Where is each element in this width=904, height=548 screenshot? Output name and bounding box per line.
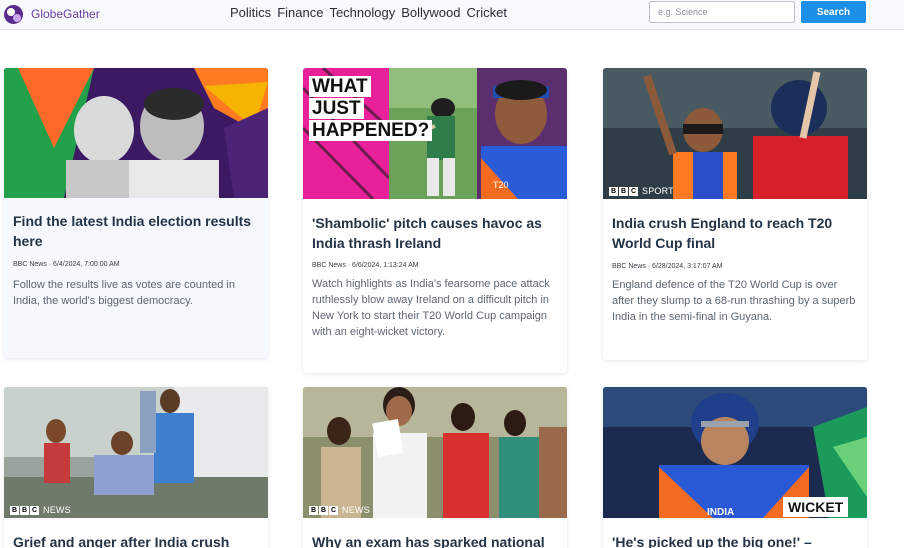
card-title[interactable]: Grief and anger after India crush: [13, 532, 259, 548]
card-body: Grief and anger after India crush: [4, 518, 268, 548]
card-title[interactable]: Why an exam has sparked national: [312, 532, 558, 548]
news-card-election-results[interactable]: Find the latest India election results h…: [4, 68, 268, 358]
card-meta: BBC News · 6/28/2024, 3:17:07 AM: [612, 263, 723, 270]
nav-item-bollywood[interactable]: Bollywood: [401, 5, 460, 20]
nav-item-cricket[interactable]: Cricket: [466, 5, 506, 20]
bbc-news-badge: BBC NEWS: [309, 505, 370, 515]
card-body: Find the latest India election results h…: [4, 198, 268, 321]
card-body: Why an exam has sparked national: [303, 518, 567, 548]
card-image[interactable]: BBC NEWS: [4, 387, 268, 518]
card-image[interactable]: BBC NEWS: [303, 387, 567, 518]
brand-name: GlobeGather: [31, 7, 100, 21]
globe-logo-icon: [4, 4, 23, 24]
card-title[interactable]: India crush England to reach T20 World C…: [612, 213, 858, 253]
card-image[interactable]: T20 WHAT JUST HAPPENED?: [303, 68, 567, 199]
card-description: England defence of the T20 World Cup is …: [612, 279, 856, 323]
news-card-exam-protests[interactable]: BBC NEWS Why an exam has sparked nationa…: [303, 387, 567, 548]
card-body: India crush England to reach T20 World C…: [603, 199, 867, 337]
card-meta: BBC News · 6/6/2024, 1:13:24 AM: [312, 262, 419, 269]
svg-text:INDIA: INDIA: [707, 507, 734, 518]
card-body: 'Shambolic' pitch causes havoc as India …: [303, 199, 567, 352]
nav-item-technology[interactable]: Technology: [329, 5, 395, 20]
news-card-grief-anger[interactable]: BBC NEWS Grief and anger after India cru…: [4, 387, 268, 548]
card-meta: BBC News · 6/4/2024, 7:00:00 AM: [13, 261, 120, 268]
brand[interactable]: GlobeGather: [4, 4, 100, 24]
news-card-shambolic-pitch[interactable]: T20 WHAT JUST HAPPENED? 'Shambolic' pitc…: [303, 68, 567, 373]
card-description: Follow the results live as votes are cou…: [13, 279, 235, 307]
svg-text:T20: T20: [493, 180, 509, 190]
top-navigation-bar: GlobeGather Politics Finance Technology …: [0, 0, 904, 30]
card-image[interactable]: BBC SPORT: [603, 68, 867, 199]
card-title[interactable]: Find the latest India election results h…: [13, 211, 259, 251]
news-card-t20-final[interactable]: BBC SPORT India crush England to reach T…: [603, 68, 867, 360]
news-card-picked-up-big-one[interactable]: INDIA WICKET 'He's picked up the big one…: [603, 387, 867, 548]
election-illustration: [4, 68, 268, 198]
category-nav: Politics Finance Technology Bollywood Cr…: [230, 5, 507, 20]
bbc-sport-badge: BBC SPORT: [609, 186, 674, 196]
grief-scene-image: [4, 387, 268, 518]
india-england-image: [603, 68, 867, 199]
nav-item-politics[interactable]: Politics: [230, 5, 271, 20]
search-input[interactable]: [649, 1, 795, 23]
card-description: Watch highlights as India's fearsome pac…: [312, 278, 550, 338]
card-title[interactable]: 'He's picked up the big one!' –: [612, 532, 858, 548]
card-body: 'He's picked up the big one!' –: [603, 518, 867, 548]
bbc-news-badge: BBC NEWS: [10, 505, 71, 515]
card-title[interactable]: 'Shambolic' pitch causes havoc as India …: [312, 213, 558, 253]
image-caption: WHAT JUST HAPPENED?: [309, 76, 433, 142]
card-image[interactable]: [4, 68, 268, 198]
wicket-caption: WICKET: [783, 497, 849, 517]
search-button[interactable]: Search: [801, 1, 866, 23]
students-exam-image: [303, 387, 567, 518]
card-image[interactable]: INDIA WICKET: [603, 387, 867, 518]
nav-item-finance[interactable]: Finance: [277, 5, 323, 20]
